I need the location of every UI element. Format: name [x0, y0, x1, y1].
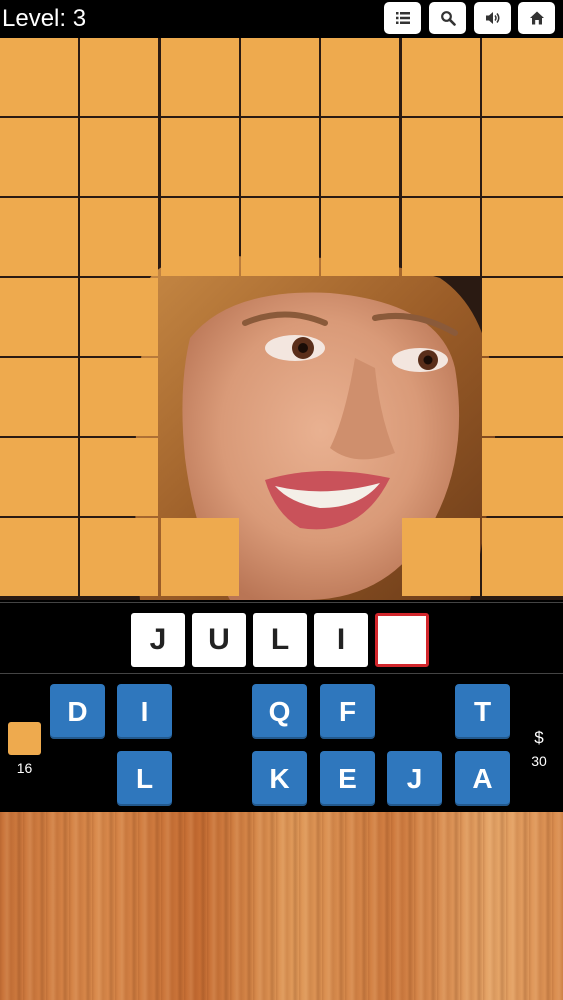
cover-tile[interactable] — [482, 38, 563, 116]
answer-row: J U L I — [0, 602, 563, 674]
coin-count: 30 — [531, 753, 547, 769]
cover-tile[interactable] — [0, 518, 78, 596]
list-icon — [395, 12, 410, 24]
letter-key[interactable]: E — [320, 751, 375, 806]
list-button[interactable] — [384, 2, 421, 34]
letter-key[interactable]: T — [455, 684, 510, 739]
level-label: Level: 3 — [2, 5, 87, 32]
cover-tile[interactable] — [321, 38, 399, 116]
letter-key[interactable]: Q — [252, 684, 307, 739]
cover-tile[interactable] — [402, 198, 480, 276]
cover-tile[interactable] — [161, 518, 239, 596]
letter-key[interactable]: I — [117, 684, 172, 739]
reveal-tile-button[interactable] — [8, 722, 41, 755]
cover-tile[interactable] — [80, 438, 158, 516]
search-icon — [440, 11, 456, 26]
answer-slot-active[interactable] — [375, 613, 429, 667]
answer-slot[interactable]: J — [131, 613, 185, 667]
answer-slot[interactable]: I — [314, 613, 368, 667]
answer-slot[interactable]: L — [253, 613, 307, 667]
letter-key[interactable]: K — [252, 751, 307, 806]
cover-tile[interactable] — [241, 38, 319, 116]
cover-tile[interactable] — [241, 118, 319, 196]
volume-icon — [485, 12, 499, 24]
cover-tile[interactable] — [80, 518, 158, 596]
cover-tile[interactable] — [482, 198, 563, 276]
cover-tile[interactable] — [402, 518, 480, 596]
cover-tile[interactable] — [0, 438, 78, 516]
puzzle-board — [0, 38, 563, 600]
cover-tile[interactable] — [402, 118, 480, 196]
cover-tile[interactable] — [0, 278, 78, 356]
cover-tile[interactable] — [241, 198, 319, 276]
cover-tile[interactable] — [321, 198, 399, 276]
home-icon — [529, 11, 544, 25]
letter-keyboard: 16 D I Q F T L K E J A $ 30 — [0, 676, 563, 812]
cover-tile[interactable] — [482, 438, 563, 516]
cover-tile[interactable] — [80, 118, 158, 196]
sound-button[interactable] — [474, 2, 511, 34]
cover-tile[interactable] — [80, 198, 158, 276]
letter-key[interactable]: A — [455, 751, 510, 806]
cover-tile[interactable] — [482, 278, 563, 356]
answer-slot[interactable]: U — [192, 613, 246, 667]
letter-key[interactable]: D — [50, 684, 105, 739]
hint-count: 16 — [16, 760, 33, 776]
top-bar: Level: 3 — [0, 0, 563, 38]
letter-key[interactable]: J — [387, 751, 442, 806]
search-button[interactable] — [429, 2, 466, 34]
cover-tile[interactable] — [80, 38, 158, 116]
wood-floor-background — [0, 812, 563, 1000]
cover-tile[interactable] — [0, 358, 78, 436]
cover-tile[interactable] — [161, 38, 239, 116]
cover-tile[interactable] — [482, 118, 563, 196]
cover-tile[interactable] — [161, 198, 239, 276]
cover-tile[interactable] — [161, 118, 239, 196]
cover-tile[interactable] — [321, 118, 399, 196]
letter-key[interactable]: L — [117, 751, 172, 806]
cover-tile[interactable] — [0, 198, 78, 276]
coin-symbol: $ — [534, 728, 544, 747]
cover-tile[interactable] — [402, 38, 480, 116]
cover-tile[interactable] — [80, 358, 158, 436]
cover-tile[interactable] — [482, 358, 563, 436]
cover-tile[interactable] — [482, 518, 563, 596]
letter-key[interactable]: F — [320, 684, 375, 739]
cover-tile[interactable] — [0, 38, 78, 116]
cover-tile[interactable] — [80, 278, 158, 356]
cover-tile[interactable] — [0, 118, 78, 196]
home-button[interactable] — [518, 2, 555, 34]
